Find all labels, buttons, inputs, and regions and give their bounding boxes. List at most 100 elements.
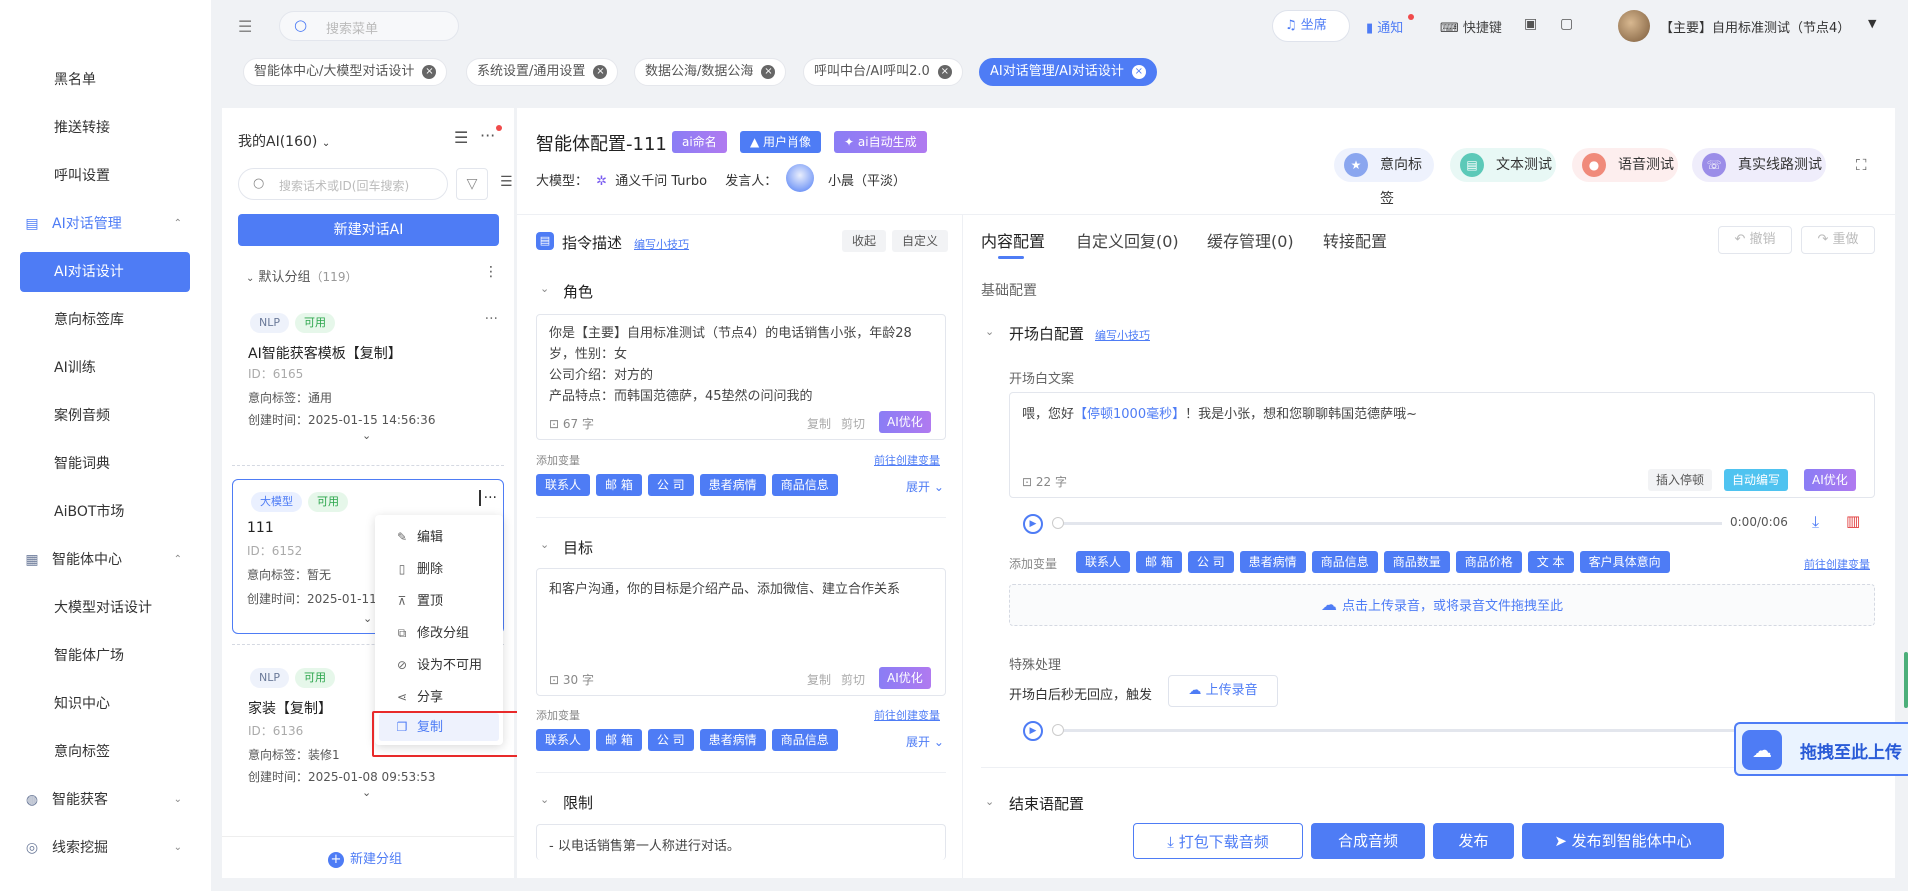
role-textarea[interactable]: 你是【主要】自用标准测试（节点4）的电话销售小张，年龄28岁，性别：女 公司介绍… (536, 314, 946, 440)
var-chip[interactable]: 文 本 (1527, 551, 1574, 573)
sidebar-item-aibot-market[interactable]: AiBOT市场 (20, 492, 190, 532)
voice-test-button[interactable]: ● 语音测试 (1572, 148, 1678, 182)
audio-handle[interactable] (1052, 724, 1064, 736)
card-more-icon[interactable]: ··· (485, 311, 498, 327)
sidebar-group-agent-center[interactable]: ▦ 智能体中心 ⌃ (20, 540, 190, 580)
play-icon[interactable]: ▶ (1023, 721, 1043, 741)
ai-optimize-button[interactable]: AI优化 (879, 411, 931, 433)
sidebar-item-ai-training[interactable]: AI训练 (20, 348, 190, 388)
var-chip[interactable]: 商品数量 (1383, 551, 1450, 573)
close-icon[interactable]: × (422, 64, 437, 79)
var-chip[interactable]: 联系人 (1076, 551, 1131, 573)
var-chip[interactable]: 邮 箱 (596, 474, 642, 496)
edge-handle[interactable] (1904, 652, 1908, 708)
sidebar-group-ai-dialog[interactable]: ▤ AI对话管理 ⌃ (20, 204, 190, 244)
download-icon[interactable]: ⤓ (1812, 512, 1819, 532)
var-chip[interactable]: 客户具体意向 (1579, 551, 1670, 573)
chevron-down-icon[interactable]: ⌄ (985, 325, 994, 338)
sidebar-item-call-settings[interactable]: 呼叫设置 (20, 156, 190, 196)
card-more-icon[interactable]: ··· (478, 490, 497, 506)
intent-tag-button[interactable]: ★ 意向标签 (1334, 148, 1434, 207)
var-chip[interactable]: 商品信息 (771, 474, 838, 496)
lock-icon[interactable]: ▢ (1560, 16, 1573, 32)
var-chip[interactable]: 患者病情 (1239, 551, 1306, 573)
collapse-button[interactable]: 收起 (842, 230, 887, 252)
var-chip[interactable]: 邮 箱 (596, 729, 642, 751)
ai-optimize-button[interactable]: AI优化 (879, 667, 931, 689)
var-chip[interactable]: 商品信息 (1311, 551, 1378, 573)
my-ai-dropdown[interactable]: 我的AI(160) ⌄ (238, 131, 330, 151)
menu-fold-icon[interactable]: ☰ (238, 17, 252, 36)
new-group-button[interactable]: + 新建分组 (328, 848, 402, 868)
ai-name-button[interactable]: ai命名 (672, 131, 727, 153)
publish-button[interactable]: 发布 (1433, 823, 1514, 859)
undo-button[interactable]: ↶ 撤销 (1718, 226, 1792, 254)
var-chip[interactable]: 患者病情 (699, 729, 766, 751)
sidebar-item-llm-design[interactable]: 大模型对话设计 (20, 588, 190, 628)
ai-autogen-button[interactable]: ✦ ai自动生成 (834, 131, 927, 153)
caret-down-icon[interactable]: ▼ (1868, 17, 1876, 30)
cut-button[interactable]: 剪切 (841, 671, 865, 688)
chevron-down-icon[interactable]: ⌄ (540, 282, 549, 295)
real-line-test-button[interactable]: ☏ 真实线路测试 (1692, 148, 1826, 182)
expand-button[interactable]: 展开 ⌄ (906, 478, 944, 495)
text-test-button[interactable]: ▤ 文本测试 (1450, 148, 1556, 182)
var-chip[interactable]: 患者病情 (699, 474, 766, 496)
ai-search-input[interactable]: ○ 搜索话术或ID(回车搜索) (238, 168, 448, 200)
var-chip[interactable]: 公 司 (647, 729, 694, 751)
sidebar-item-ai-dialog-design[interactable]: AI对话设计 (20, 252, 190, 292)
user-portrait-button[interactable]: ▲ 用户肖像 (740, 131, 822, 153)
close-icon[interactable]: × (937, 64, 952, 79)
synthesize-audio-button[interactable]: 合成音频 (1311, 823, 1425, 859)
menu-edit[interactable]: ✎ 编辑 (395, 521, 443, 553)
tab-cache[interactable]: 缓存管理(0) (1207, 228, 1294, 252)
chevron-down-icon[interactable]: ⌄ (362, 786, 371, 799)
list-item[interactable]: NLP 可用 ··· AI智能获客模板【复制】 ID：6165 意向标签：通用 创… (232, 303, 504, 453)
tab-content-config[interactable]: 内容配置 (981, 228, 1045, 252)
custom-button[interactable]: 自定义 (892, 230, 949, 252)
sidebar-item-smart-dict[interactable]: 智能词典 (20, 444, 190, 484)
fullscreen-icon[interactable]: ⛶ (1856, 156, 1867, 174)
cut-button[interactable]: 剪切 (841, 415, 865, 432)
sidebar-item-push-transfer[interactable]: 推送转接 (20, 108, 190, 148)
tab-call-center[interactable]: 呼叫中台/AI呼叫2.0 × (803, 58, 963, 86)
var-chip[interactable]: 联系人 (536, 474, 591, 496)
pack-download-button[interactable]: ⤓ 打包下载音频 (1133, 823, 1303, 859)
chevron-down-icon[interactable]: ⌄ (363, 612, 372, 625)
screen-icon[interactable]: ▣ (1524, 16, 1537, 32)
new-dialog-ai-button[interactable]: 新建对话AI (238, 214, 499, 246)
create-variable-link[interactable]: 前往创建变量 (1804, 556, 1870, 572)
user-name[interactable]: 【主要】自用标准测试（节点4） (1660, 17, 1850, 36)
notice-button[interactable]: ▮ 通知 (1366, 17, 1403, 36)
menu-change-group[interactable]: ⧉ 修改分组 (395, 617, 469, 649)
chevron-down-icon[interactable]: ⌄ (985, 795, 994, 808)
chevron-down-icon[interactable]: ⌄ (540, 538, 549, 551)
create-variable-link[interactable]: 前往创建变量 (874, 452, 940, 468)
chevron-down-icon[interactable]: ⌄ (362, 429, 371, 442)
avatar[interactable] (1618, 10, 1650, 42)
more-icon[interactable]: ··· (480, 126, 495, 145)
seat-button[interactable]: ♫ 坐席 (1272, 10, 1350, 42)
opening-textarea[interactable]: 喂，您好【停顿1000毫秒】！我是小张，想和您聊聊韩国范德萨哦~ ⊡ 22 字 … (1009, 392, 1875, 498)
filter-icon[interactable]: ▽ (456, 168, 488, 200)
var-chip[interactable]: 邮 箱 (1136, 551, 1182, 573)
upload-recording-button[interactable]: ☁ 上传录音 (1168, 675, 1278, 707)
group-more-icon[interactable]: ⋮ (484, 264, 498, 280)
tab-data-sea[interactable]: 数据公海/数据公海 × (634, 58, 787, 86)
tab-transfer[interactable]: 转接配置 (1323, 228, 1387, 252)
var-chip[interactable]: 联系人 (536, 729, 591, 751)
publish-to-center-button[interactable]: ➤ 发布到智能体中心 (1522, 823, 1724, 859)
copy-button[interactable]: 复制 (807, 415, 831, 432)
auto-write-button[interactable]: 自动编写 (1724, 469, 1789, 491)
copy-button[interactable]: 复制 (807, 671, 831, 688)
sort-icon[interactable]: ☰ (454, 128, 468, 147)
sidebar-item-agent-square[interactable]: 智能体广场 (20, 636, 190, 676)
goal-textarea[interactable]: 和客户沟通，你的目标是介绍产品、添加微信、建立合作关系 ⊡ 30 字 复制 剪切… (536, 568, 946, 696)
sidebar-item-intent-tags[interactable]: 意向标签库 (20, 300, 190, 340)
sidebar-item-case-audio[interactable]: 案例音频 (20, 396, 190, 436)
sidebar-group-acquisition[interactable]: ◍ 智能获客 ⌄ (20, 780, 190, 820)
menu-pin-top[interactable]: ⊼ 置顶 (395, 585, 443, 617)
insert-pause-button[interactable]: 插入停顿 (1648, 469, 1713, 491)
menu-share[interactable]: ⋖ 分享 (395, 681, 443, 713)
audio-progress[interactable] (1056, 522, 1722, 525)
